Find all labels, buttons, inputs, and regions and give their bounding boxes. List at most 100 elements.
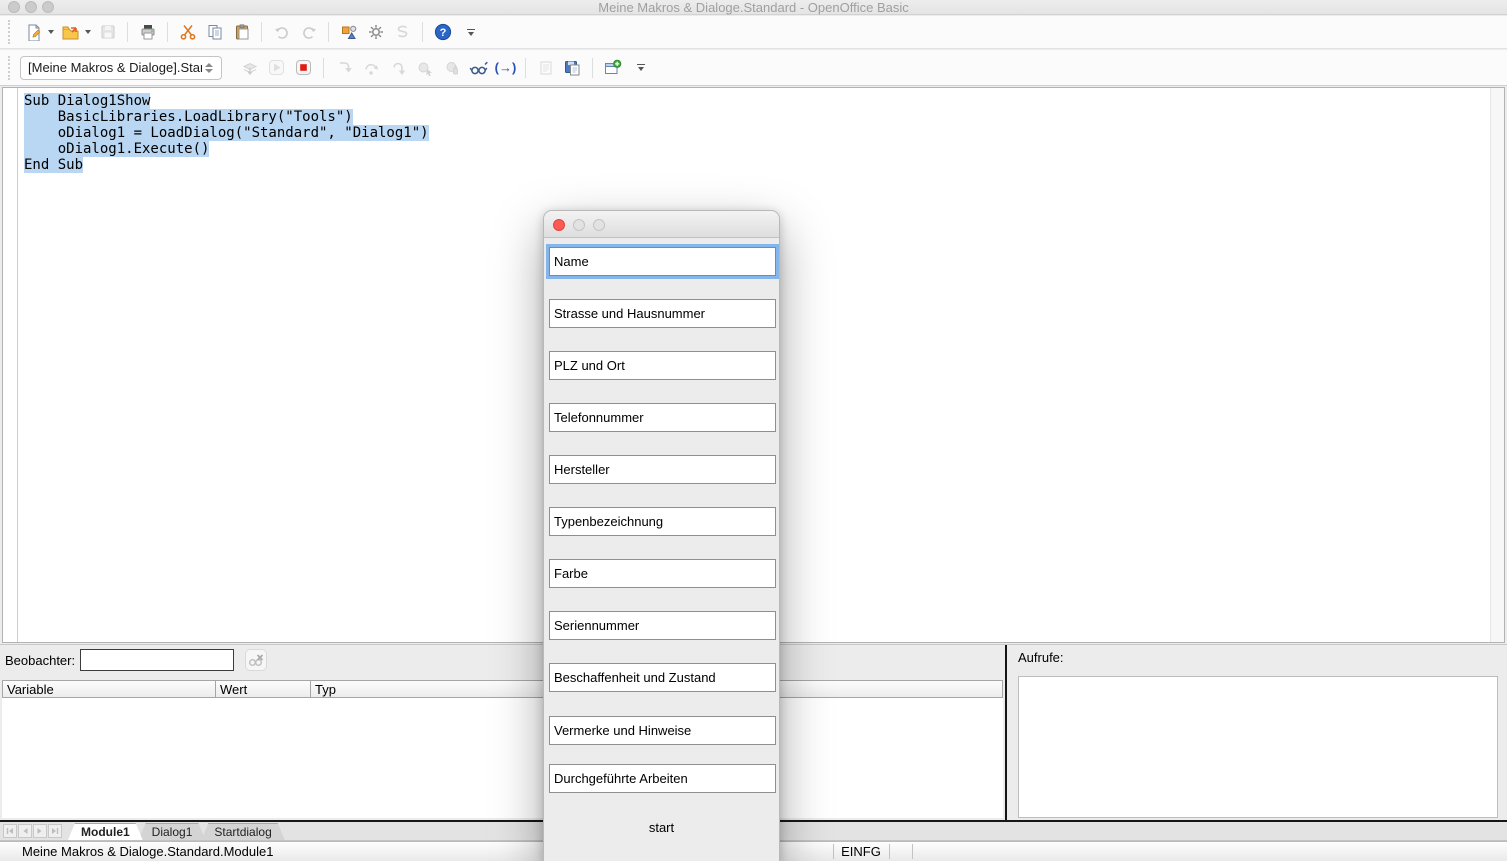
library-selector-value: [Meine Makros & Dialoge].Standard (28, 60, 202, 75)
breakpoint-gutter[interactable] (3, 88, 18, 642)
tab-dialog1[interactable]: Dialog1 (139, 823, 206, 840)
new-module-icon (603, 59, 622, 77)
calls-panel: Aufrufe: (1007, 645, 1507, 820)
last-tab-icon (48, 824, 62, 838)
navigator-button[interactable] (336, 19, 361, 45)
watch-table-body[interactable] (2, 698, 1003, 818)
modules-icon (537, 59, 555, 77)
code-line: Sub Dialog1Show (24, 93, 150, 109)
goto-line-button[interactable]: (→) (493, 55, 518, 81)
calls-label: Aufrufe: (1018, 650, 1064, 665)
watch-column-wert[interactable]: Wert (216, 681, 311, 697)
stop-icon (294, 58, 313, 77)
step-out-button (385, 55, 410, 81)
toolbar-grip[interactable] (8, 56, 12, 80)
goto-icon: (→) (495, 60, 517, 75)
toolbar-separator (592, 58, 593, 78)
step-over-button (358, 55, 383, 81)
tab-startdialog[interactable]: Startdialog (201, 823, 284, 840)
dialog-field-strasse[interactable] (549, 299, 776, 328)
new-module-button[interactable] (600, 55, 625, 81)
watch-icon (469, 59, 489, 77)
breakpoint-icon (416, 59, 434, 77)
cut-button[interactable] (175, 19, 200, 45)
help-icon: ? (434, 23, 452, 41)
settings-button[interactable] (363, 19, 388, 45)
library-selector-stepper-icon[interactable] (202, 61, 216, 75)
maximize-window-icon[interactable] (42, 1, 54, 13)
start-button[interactable]: start (544, 820, 779, 835)
toolbar-separator (525, 58, 526, 78)
step-into-button (331, 55, 356, 81)
dialog-titlebar[interactable] (544, 211, 779, 238)
standard-toolbar: ? (0, 16, 1507, 49)
dialog-field-beschaffenheit[interactable] (549, 663, 776, 692)
open-button[interactable] (58, 19, 83, 45)
basic-ide-window: { "window": { "title": "Meine Makros & D… (0, 0, 1507, 861)
window-titlebar[interactable]: Meine Makros & Dialoge.Standard - OpenOf… (0, 0, 1507, 15)
help-button[interactable]: ? (430, 19, 455, 45)
redo-button (296, 19, 321, 45)
status-insert-mode[interactable]: EINFG (834, 844, 888, 859)
manage-breakpoints-button (439, 55, 464, 81)
open-dropdown-icon[interactable] (85, 30, 91, 34)
dialog-field-vermerke[interactable] (549, 716, 776, 745)
code-text[interactable]: Sub Dialog1Show BasicLibraries.LoadLibra… (24, 93, 429, 173)
tab-module1[interactable]: Module1 (68, 823, 143, 840)
copy-icon (206, 23, 224, 41)
step-out-icon (389, 59, 407, 77)
minimize-window-icon[interactable] (25, 1, 37, 13)
calls-list[interactable] (1018, 676, 1498, 818)
copy-button[interactable] (202, 19, 227, 45)
dialog-field-hersteller[interactable] (549, 455, 776, 484)
new-dropdown-icon[interactable] (48, 30, 54, 34)
toolbar-overflow-button[interactable] (634, 64, 648, 71)
dialog-field-seriennummer[interactable] (549, 611, 776, 640)
code-line: End Sub (24, 157, 83, 173)
dialog-field-arbeiten[interactable] (549, 764, 776, 793)
compile-button (237, 55, 262, 81)
dialog-maximize-icon[interactable] (593, 219, 605, 231)
watch-input[interactable] (80, 649, 234, 671)
redo-icon (300, 23, 318, 41)
open-icon (61, 23, 80, 41)
manage-breakpoints-icon (443, 59, 461, 77)
first-tab-icon (3, 824, 17, 838)
next-tab-icon (33, 824, 47, 838)
code-line: BasicLibraries.LoadLibrary("Tools") (24, 109, 353, 125)
editor-scrollbar[interactable] (1490, 88, 1504, 642)
code-line: oDialog1 = LoadDialog("Standard", "Dialo… (24, 125, 429, 141)
save-source-button[interactable] (560, 55, 585, 81)
save-button (95, 19, 120, 45)
dialog-field-name[interactable] (549, 247, 776, 276)
toolbar-separator (328, 22, 329, 42)
enable-watch-button[interactable] (466, 55, 491, 81)
dialog-field-plz-ort[interactable] (549, 351, 776, 380)
dialog-close-icon[interactable] (553, 219, 565, 231)
compile-icon (241, 59, 259, 77)
settings-icon (367, 23, 385, 41)
watch-column-variable[interactable]: Variable (3, 681, 216, 697)
toolbar-separator (127, 22, 128, 42)
remove-watch-icon (247, 652, 265, 668)
status-location: Meine Makros & Dialoge.Standard.Module1 (22, 844, 273, 859)
paste-button[interactable] (229, 19, 254, 45)
watch-table-header[interactable]: Variable Wert Typ (2, 680, 1003, 698)
dialog-field-typ[interactable] (549, 507, 776, 536)
toolbar-overflow-button[interactable] (464, 29, 478, 36)
dialog-minimize-icon[interactable] (573, 219, 585, 231)
stop-button[interactable] (291, 55, 316, 81)
close-window-icon[interactable] (8, 1, 20, 13)
library-selector[interactable]: [Meine Makros & Dialoge].Standard (20, 56, 222, 80)
run-button (264, 55, 289, 81)
watch-panel: Beobachter: Variable Wert Typ (0, 645, 1005, 820)
paste-icon (233, 23, 251, 41)
new-document-button[interactable] (21, 19, 46, 45)
toolbar-grip[interactable] (8, 20, 12, 44)
print-button[interactable] (135, 19, 160, 45)
dialog-field-telefon[interactable] (549, 403, 776, 432)
status-divider (889, 844, 890, 859)
macro-toolbar: [Meine Makros & Dialoge].Standard (→) (0, 50, 1507, 86)
dialog-field-farbe[interactable] (549, 559, 776, 588)
step-into-icon (335, 59, 353, 77)
